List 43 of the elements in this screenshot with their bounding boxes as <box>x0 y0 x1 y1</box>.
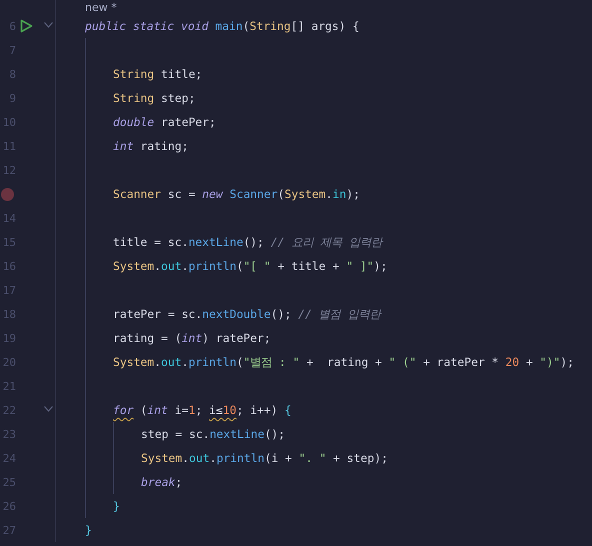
code-line: } <box>113 499 120 513</box>
author-hint[interactable]: new * <box>85 0 117 14</box>
code-line: public static void main(String[] args) { <box>85 19 360 33</box>
line-number: 11 <box>2 140 16 152</box>
breakpoint-icon[interactable] <box>1 188 14 200</box>
code-line: String title; <box>113 67 202 81</box>
line-number: 22 <box>2 404 16 416</box>
line-number: 6 <box>8 20 16 32</box>
code-line: title = sc.nextLine(); // 요리 제목 입력란 <box>113 234 382 250</box>
code-line: String step; <box>113 91 196 105</box>
line-number: 8 <box>8 68 16 80</box>
code-line: rating = (int) ratePer; <box>113 331 271 345</box>
line-number: 19 <box>2 332 16 344</box>
line-number: 14 <box>2 212 16 224</box>
line-number: 17 <box>2 284 16 296</box>
line-number: 26 <box>2 500 16 512</box>
line-number: 24 <box>2 452 16 464</box>
code-line: for (int i=1; i≤10; i++) { <box>113 403 292 417</box>
line-number: 23 <box>2 428 16 440</box>
line-number: 15 <box>2 236 16 248</box>
code-line: System.out.println("별점 : " + rating + " (" + ratePer * 20 + ")"); <box>113 354 574 370</box>
line-number: 21 <box>2 380 16 392</box>
line-number: 18 <box>2 308 16 320</box>
line-number: 12 <box>2 164 16 176</box>
chevron-icon[interactable] <box>44 22 53 28</box>
line-number: 20 <box>2 356 16 368</box>
line-number: 16 <box>2 260 16 272</box>
chevron-icon[interactable] <box>44 406 53 412</box>
code-line: } <box>85 523 92 537</box>
line-number: 7 <box>8 44 16 56</box>
code-line: ratePer = sc.nextDouble(); // 별점 입력란 <box>113 306 381 322</box>
code-line: Scanner sc = new Scanner(System.in); <box>113 187 360 201</box>
line-number: 9 <box>8 92 16 104</box>
code-line: System.out.println(i + ". " + step); <box>141 451 388 465</box>
play-icon[interactable] <box>20 19 33 33</box>
line-number: 10 <box>2 116 16 128</box>
line-number: 25 <box>2 476 16 488</box>
line-number: 27 <box>2 524 16 536</box>
code-line: break; <box>141 475 182 489</box>
code-line: step = sc.nextLine(); <box>141 427 286 441</box>
code-line: int rating; <box>113 139 188 153</box>
code-line: double ratePer; <box>113 115 216 129</box>
code-line: System.out.println("[ " + title + " ]"); <box>113 259 388 273</box>
